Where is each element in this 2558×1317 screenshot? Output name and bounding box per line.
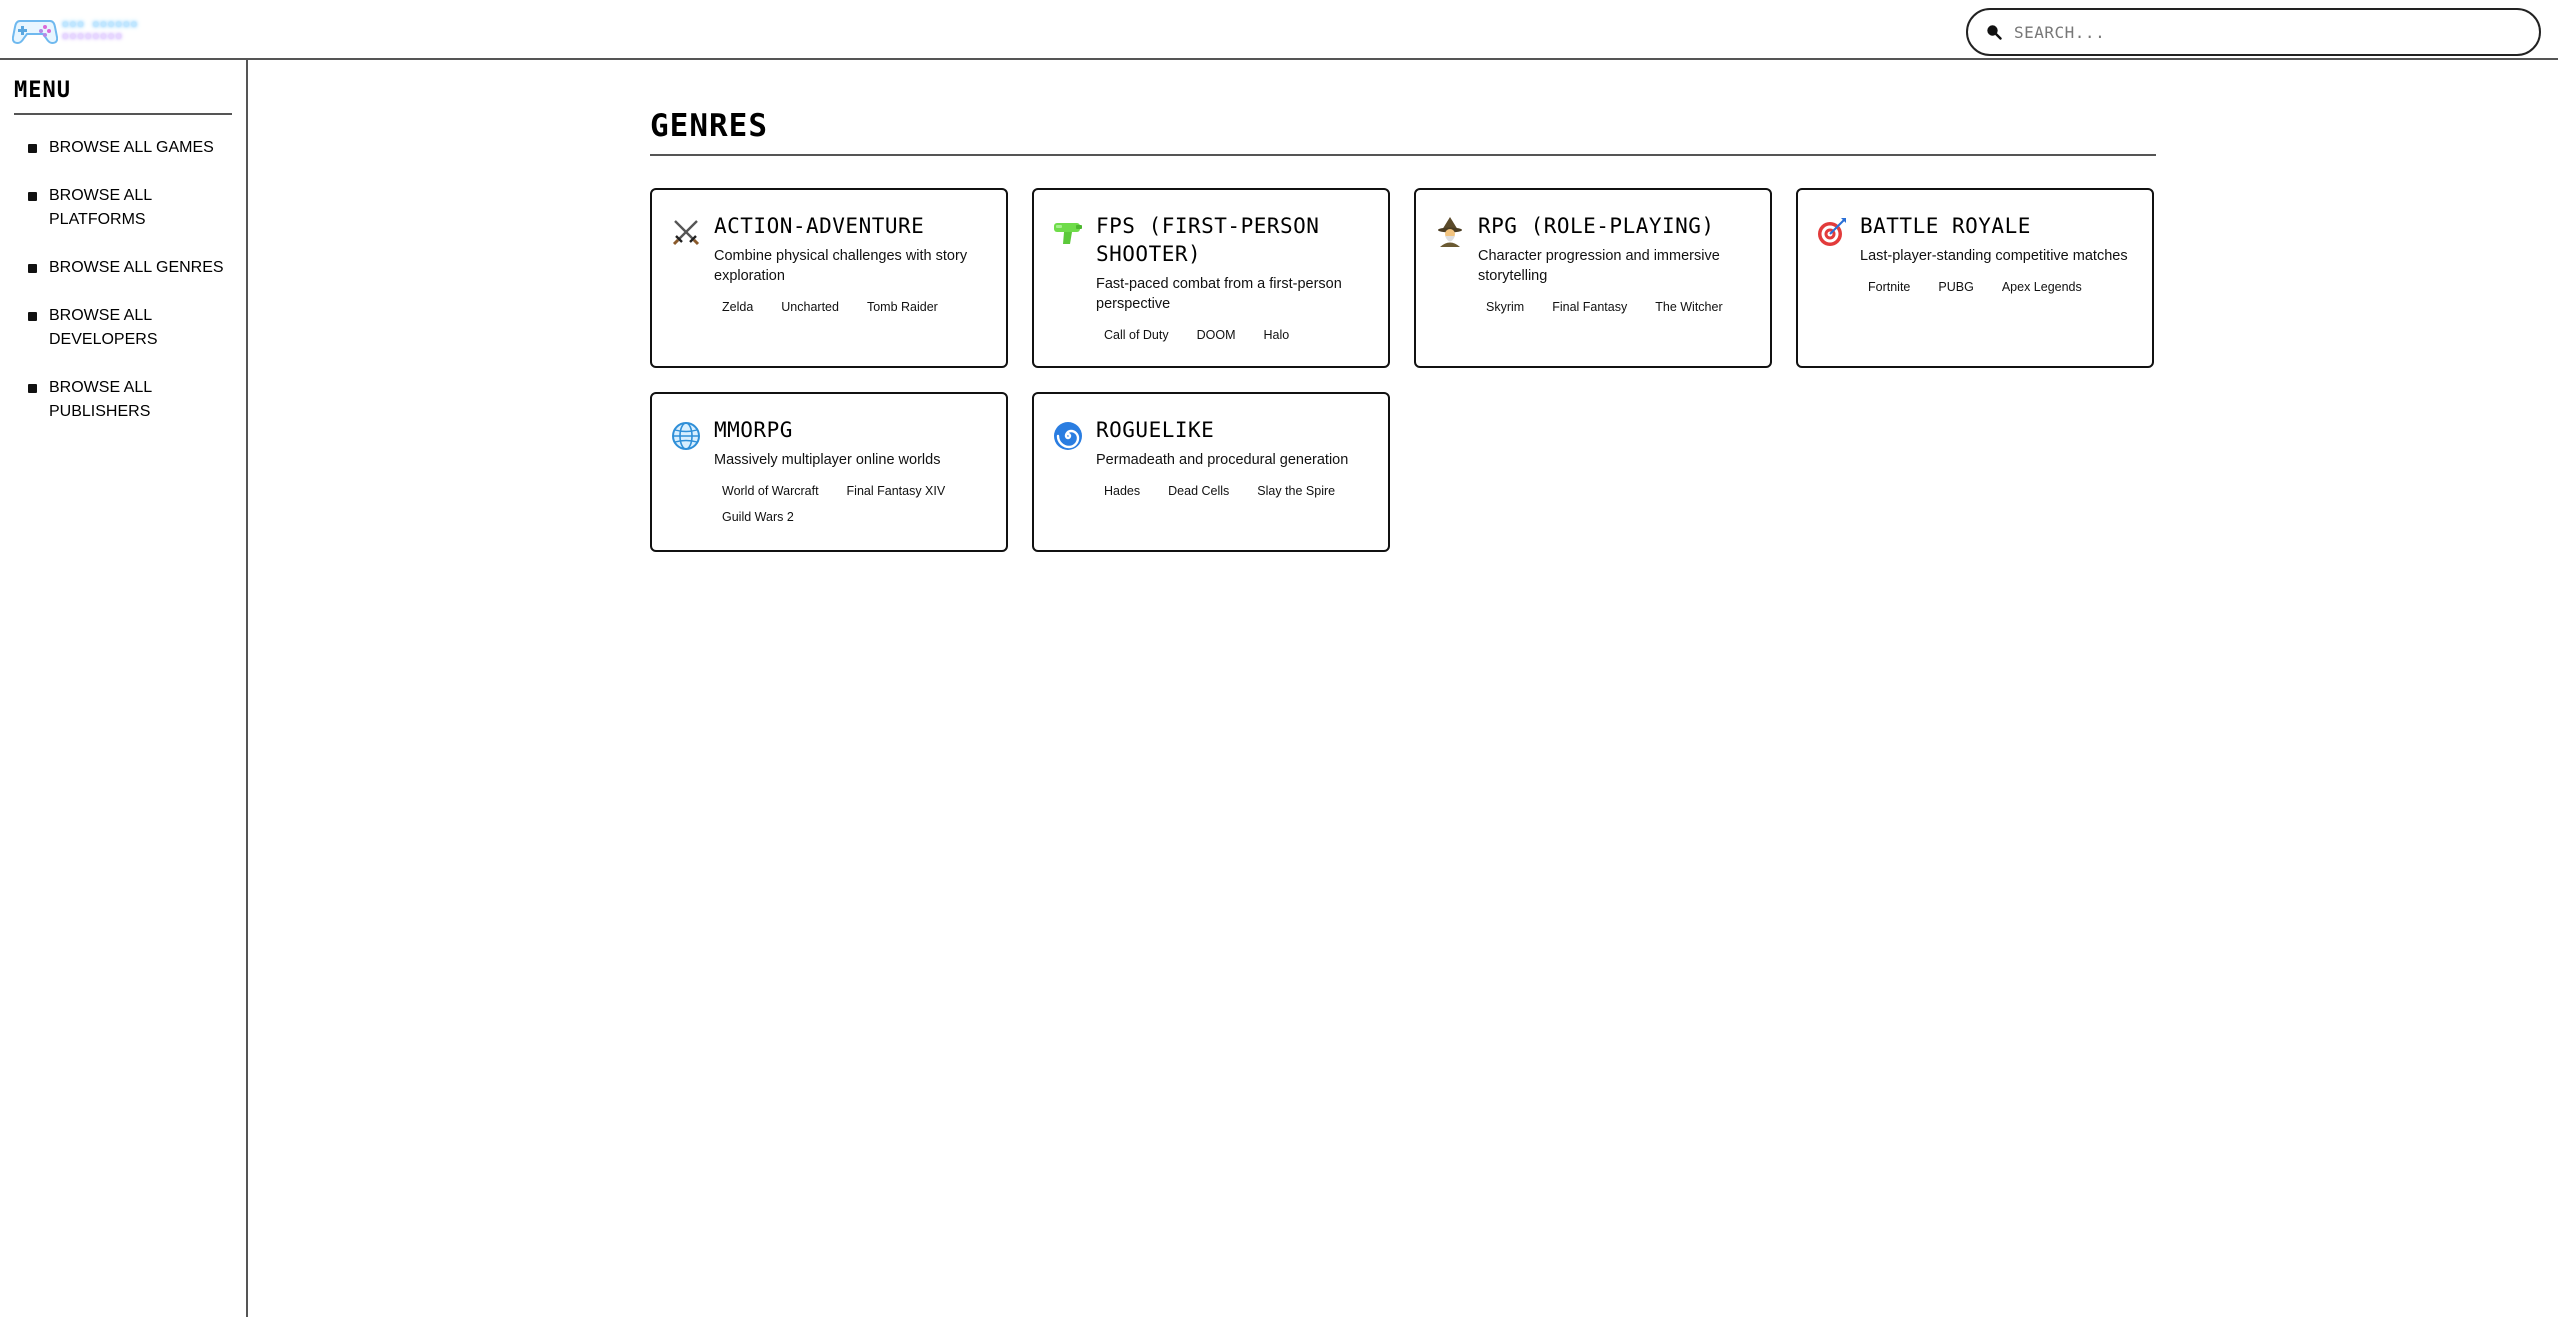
site-logo[interactable]: ▪▪▪ ▪▪▪▪▪▪ ▪▪▪▪▪▪▪▪ bbox=[12, 10, 177, 48]
genre-grid: ACTION-ADVENTURE Combine physical challe… bbox=[650, 188, 2156, 552]
genre-description: Permadeath and procedural generation bbox=[1096, 452, 1349, 468]
genre-card-action-adventure[interactable]: ACTION-ADVENTURE Combine physical challe… bbox=[650, 188, 1008, 368]
game-tag[interactable]: Call of Duty bbox=[1096, 326, 1177, 344]
game-tag[interactable]: DOOM bbox=[1189, 326, 1244, 344]
bullet-icon bbox=[28, 144, 37, 153]
sidebar-item-label: BROWSE ALL PLATFORMS bbox=[49, 187, 152, 228]
genre-title: FPS (FIRST-PERSON SHOOTER) bbox=[1096, 214, 1320, 266]
genre-title: BATTLE ROYALE bbox=[1860, 214, 2031, 238]
sidebar-item-label: BROWSE ALL GAMES bbox=[49, 139, 214, 156]
game-tag[interactable]: World of Warcraft bbox=[714, 482, 827, 500]
gamepad-logo-icon bbox=[12, 20, 58, 45]
search-input[interactable] bbox=[2014, 22, 2494, 42]
sidebar-item-browse-games[interactable]: BROWSE ALL GAMES bbox=[28, 136, 238, 160]
game-tag[interactable]: Guild Wars 2 bbox=[714, 508, 802, 526]
game-tag[interactable]: Tomb Raider bbox=[859, 298, 946, 316]
bullet-icon bbox=[28, 192, 37, 201]
bullet-icon bbox=[28, 384, 37, 393]
genre-card-mmorpg[interactable]: MMORPG Massively multiplayer online worl… bbox=[650, 392, 1008, 552]
sidebar-item-browse-genres[interactable]: BROWSE ALL GENRES bbox=[28, 256, 238, 280]
game-tag[interactable]: Zelda bbox=[714, 298, 761, 316]
genre-description: Fast-paced combat from a first-person pe… bbox=[1096, 276, 1342, 312]
game-tag[interactable]: PUBG bbox=[1930, 278, 1981, 296]
game-tag[interactable]: Halo bbox=[1256, 326, 1298, 344]
genre-card-roguelike[interactable]: ROGUELIKE Permadeath and procedural gene… bbox=[1032, 392, 1390, 552]
bullet-icon bbox=[28, 312, 37, 321]
genre-title: ACTION-ADVENTURE bbox=[714, 214, 925, 238]
game-tag[interactable]: Final Fantasy bbox=[1544, 298, 1635, 316]
target-icon bbox=[1818, 218, 1846, 246]
genre-tags: Skyrim Final Fantasy The Witcher bbox=[1478, 298, 1752, 316]
sidebar-item-browse-developers[interactable]: BROWSE ALL DEVELOPERS bbox=[28, 304, 238, 352]
top-header: ▪▪▪ ▪▪▪▪▪▪ ▪▪▪▪▪▪▪▪ bbox=[0, 0, 2558, 60]
genre-description: Massively multiplayer online worlds bbox=[714, 452, 941, 468]
genre-description: Combine physical challenges with story e… bbox=[714, 248, 968, 284]
main-content: GENRES ACTION-ADVENTURE Combine physical… bbox=[650, 108, 2156, 552]
genre-description: Last-player-standing competitive matches bbox=[1860, 248, 2128, 264]
genre-title: ROGUELIKE bbox=[1096, 418, 1215, 442]
sidebar-item-label: BROWSE ALL GENRES bbox=[49, 259, 224, 276]
game-tag[interactable]: The Witcher bbox=[1647, 298, 1730, 316]
sidebar-item-browse-platforms[interactable]: BROWSE ALL PLATFORMS bbox=[28, 184, 238, 232]
genre-tags: Hades Dead Cells Slay the Spire bbox=[1096, 482, 1370, 500]
genre-description: Character progression and immersive stor… bbox=[1478, 248, 1720, 284]
genre-card-fps[interactable]: FPS (FIRST-PERSON SHOOTER) Fast-paced co… bbox=[1032, 188, 1390, 368]
game-tag[interactable]: Skyrim bbox=[1478, 298, 1532, 316]
globe-icon bbox=[672, 422, 700, 450]
game-tag[interactable]: Apex Legends bbox=[1994, 278, 2090, 296]
genre-tags: Fortnite PUBG Apex Legends bbox=[1860, 278, 2134, 296]
cyclone-icon bbox=[1054, 422, 1082, 450]
sidebar-menu: BROWSE ALL GAMES BROWSE ALL PLATFORMS BR… bbox=[28, 136, 238, 448]
search-icon bbox=[1987, 25, 2002, 40]
genre-tags: Zelda Uncharted Tomb Raider bbox=[714, 298, 988, 316]
bullet-icon bbox=[28, 264, 37, 273]
mage-icon bbox=[1438, 217, 1462, 247]
game-tag[interactable]: Fortnite bbox=[1860, 278, 1918, 296]
genre-tags: Call of Duty DOOM Halo bbox=[1096, 326, 1370, 344]
sidebar-item-label: BROWSE ALL DEVELOPERS bbox=[49, 307, 158, 348]
search-bar[interactable] bbox=[1966, 8, 2541, 56]
game-tag[interactable]: Slay the Spire bbox=[1249, 482, 1343, 500]
genre-title: MMORPG bbox=[714, 418, 793, 442]
game-tag[interactable]: Final Fantasy XIV bbox=[839, 482, 954, 500]
game-tag[interactable]: Hades bbox=[1096, 482, 1148, 500]
page-title: GENRES bbox=[650, 108, 2156, 156]
genre-tags: World of Warcraft Final Fantasy XIV Guil… bbox=[714, 482, 988, 526]
sidebar: MENU BROWSE ALL GAMES BROWSE ALL PLATFOR… bbox=[0, 60, 248, 1317]
sidebar-item-browse-publishers[interactable]: BROWSE ALL PUBLISHERS bbox=[28, 376, 238, 424]
water-pistol-icon bbox=[1054, 223, 1082, 244]
game-tag[interactable]: Dead Cells bbox=[1160, 482, 1237, 500]
genre-title: RPG (ROLE-PLAYING) bbox=[1478, 214, 1715, 238]
sidebar-item-label: BROWSE ALL PUBLISHERS bbox=[49, 379, 152, 420]
game-tag[interactable]: Uncharted bbox=[773, 298, 847, 316]
crossed-swords-icon bbox=[672, 220, 700, 246]
genre-card-battle-royale[interactable]: BATTLE ROYALE Last-player-standing compe… bbox=[1796, 188, 2154, 368]
genre-card-rpg[interactable]: RPG (ROLE-PLAYING) Character progression… bbox=[1414, 188, 1772, 368]
menu-title: MENU bbox=[14, 78, 232, 115]
